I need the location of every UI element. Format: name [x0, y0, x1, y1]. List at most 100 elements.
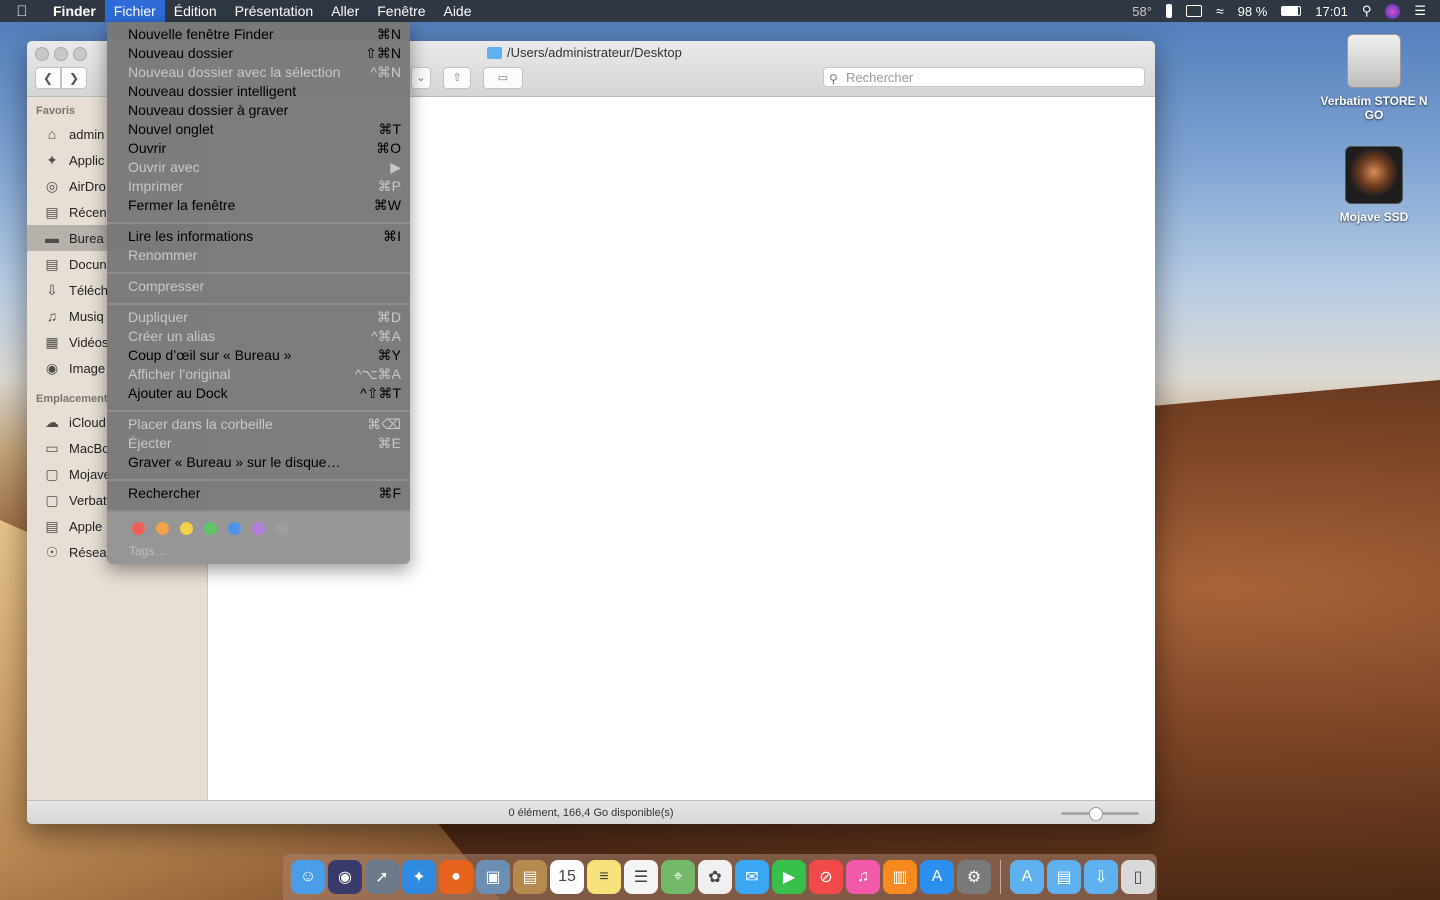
menu-item-label: Renommer — [128, 247, 198, 263]
applications-folder-icon[interactable]: A — [1010, 860, 1044, 894]
sidebar-item-label: Docun — [69, 256, 107, 272]
status-bar: 0 élément, 166,4 Go disponible(s) — [27, 800, 1155, 824]
menu-aide[interactable]: Aide — [434, 0, 480, 22]
menu-item[interactable]: Ouvrir avec ▶ — [107, 158, 410, 177]
tag-color-dot[interactable] — [156, 522, 169, 535]
battery-icon[interactable] — [1281, 6, 1302, 16]
tags-field[interactable]: Tags… — [129, 544, 166, 558]
share-button[interactable]: ⇧ — [443, 67, 471, 89]
menu-item[interactable]: Nouvelle fenêtre Finder ⌘N — [107, 25, 410, 44]
preview-icon[interactable]: ▣ — [476, 860, 510, 894]
news-icon[interactable]: ⊘ — [809, 860, 843, 894]
temperature-readout[interactable]: 58° — [1132, 4, 1152, 19]
minimize-window-button[interactable] — [54, 47, 68, 61]
menu-item[interactable]: Nouveau dossier avec la sélection ^⌘N — [107, 63, 410, 82]
menu-item-shortcut: ⌘I — [383, 228, 401, 244]
menu-item[interactable]: Fermer la fenêtre ⌘W — [107, 196, 410, 215]
menu-item[interactable]: Afficher l’original ^⌥⌘A — [107, 365, 410, 384]
trash-icon[interactable]: ▯ — [1121, 860, 1155, 894]
siri-icon[interactable]: ◉ — [328, 860, 362, 894]
menu-item[interactable]: Nouveau dossier intelligent — [107, 82, 410, 101]
menu-item[interactable]: Renommer — [107, 246, 410, 265]
sidebar-item-label: Mojave — [69, 466, 111, 482]
siri-menu-icon[interactable] — [1385, 3, 1401, 19]
menu-item[interactable]: Dupliquer ⌘D — [107, 308, 410, 327]
spotlight-search-icon[interactable]: ⚲ — [1362, 3, 1372, 19]
contacts-icon[interactable]: ▤ — [513, 860, 547, 894]
desktop-icon-mojave-ssd[interactable]: Mojave SSD — [1314, 146, 1434, 224]
menu-item[interactable]: Nouvel onglet ⌘T — [107, 120, 410, 139]
menu-item[interactable]: Créer un alias ^⌘A — [107, 327, 410, 346]
menu-item-shortcut: ▶ — [390, 159, 401, 175]
menu-fichier[interactable]: Fichier — [104, 0, 165, 22]
desktop-icon-label: Verbatim STORE N GO — [1320, 94, 1428, 122]
search-field[interactable]: ⚲ Rechercher — [823, 67, 1145, 87]
menu-item[interactable]: Ouvrir ⌘O — [107, 139, 410, 158]
app-store-icon[interactable]: A — [920, 860, 954, 894]
menu-item[interactable]: Lire les informations ⌘I — [107, 227, 410, 246]
menu-presentation[interactable]: Présentation — [226, 0, 323, 22]
back-button[interactable]: ❮ — [35, 67, 61, 89]
menu-item[interactable]: Graver « Bureau » sur le disque… — [107, 453, 410, 472]
menu-item-shortcut: ⇧⌘N — [365, 45, 401, 61]
books-icon[interactable]: ▥ — [883, 860, 917, 894]
menu-bar:  Finder Fichier Édition Présentation Al… — [0, 0, 1440, 22]
menu-item-label: Fermer la fenêtre — [128, 197, 236, 213]
menu-edition[interactable]: Édition — [165, 0, 226, 22]
zoom-window-button[interactable] — [73, 47, 87, 61]
system-preferences-icon[interactable]: ⚙ — [957, 860, 991, 894]
menu-item[interactable]: Coup d’œil sur « Bureau » ⌘Y — [107, 346, 410, 365]
finder-icon[interactable]: ☺ — [291, 860, 325, 894]
menu-finder[interactable]: Finder — [44, 0, 105, 22]
maps-icon[interactable]: ⌖ — [661, 860, 695, 894]
tag-color-dot[interactable] — [132, 522, 145, 535]
forward-button[interactable]: ❯ — [61, 67, 87, 89]
icon-size-slider[interactable] — [1061, 807, 1139, 821]
menu-fenetre[interactable]: Fenêtre — [368, 0, 434, 22]
desktop-icon-verbatim[interactable]: Verbatim STORE N GO — [1314, 34, 1434, 122]
wifi-icon[interactable]: ≈ — [1216, 3, 1224, 19]
documents-folder-icon[interactable]: ▤ — [1047, 860, 1081, 894]
menu-item[interactable]: Compresser — [107, 277, 410, 296]
tag-color-dot[interactable] — [252, 522, 265, 535]
menu-item[interactable]: Imprimer ⌘P — [107, 177, 410, 196]
tag-color-dot[interactable] — [276, 522, 289, 535]
itunes-icon[interactable]: ♫ — [846, 860, 880, 894]
tags-button[interactable]: ▭ — [483, 67, 523, 89]
menu-aller[interactable]: Aller — [322, 0, 368, 22]
firefox-icon[interactable]: ● — [439, 860, 473, 894]
notes-icon[interactable]: ≡ — [587, 860, 621, 894]
apple-menu-icon[interactable]:  — [0, 3, 44, 20]
menu-item[interactable]: Nouveau dossier à graver — [107, 101, 410, 120]
safari-icon[interactable]: ✦ — [402, 860, 436, 894]
menu-item[interactable]: Rechercher ⌘F — [107, 484, 410, 503]
messages-icon[interactable]: ✉ — [735, 860, 769, 894]
calendar-icon[interactable]: 15 — [550, 860, 584, 894]
dock-separator — [1000, 860, 1001, 894]
slider-knob[interactable] — [1089, 807, 1103, 821]
sidebar-item-label: Applic — [69, 152, 105, 168]
tag-color-dot[interactable] — [204, 522, 217, 535]
close-window-button[interactable] — [35, 47, 49, 61]
arrange-dropdown-button[interactable]: ⌄ — [411, 67, 431, 89]
menu-item[interactable]: Nouveau dossier ⇧⌘N — [107, 44, 410, 63]
menu-item-label: Ouvrir — [128, 140, 167, 156]
menu-item[interactable]: Ajouter au Dock ^⇧⌘T — [107, 384, 410, 403]
menu-separator — [107, 510, 410, 512]
keyboard-icon[interactable] — [1185, 5, 1202, 17]
menu-item-shortcut: ^⇧⌘T — [360, 385, 401, 401]
film-icon: ▦ — [45, 334, 59, 350]
notification-center-icon[interactable]: ☰ — [1414, 3, 1426, 19]
menu-item[interactable]: Placer dans la corbeille ⌘⌫ — [107, 415, 410, 434]
battery-percent[interactable]: 98 % — [1238, 4, 1268, 19]
menu-item[interactable]: Éjecter ⌘E — [107, 434, 410, 453]
photos-icon[interactable]: ✿ — [698, 860, 732, 894]
facetime-icon[interactable]: ▶ — [772, 860, 806, 894]
downloads-folder-icon[interactable]: ⇩ — [1084, 860, 1118, 894]
menu-item-shortcut: ⌘Y — [377, 347, 401, 363]
tag-color-dot[interactable] — [180, 522, 193, 535]
launchpad-icon[interactable]: ➚ — [365, 860, 399, 894]
tag-color-dot[interactable] — [228, 522, 241, 535]
reminders-icon[interactable]: ☰ — [624, 860, 658, 894]
clock[interactable]: 17:01 — [1315, 4, 1348, 19]
